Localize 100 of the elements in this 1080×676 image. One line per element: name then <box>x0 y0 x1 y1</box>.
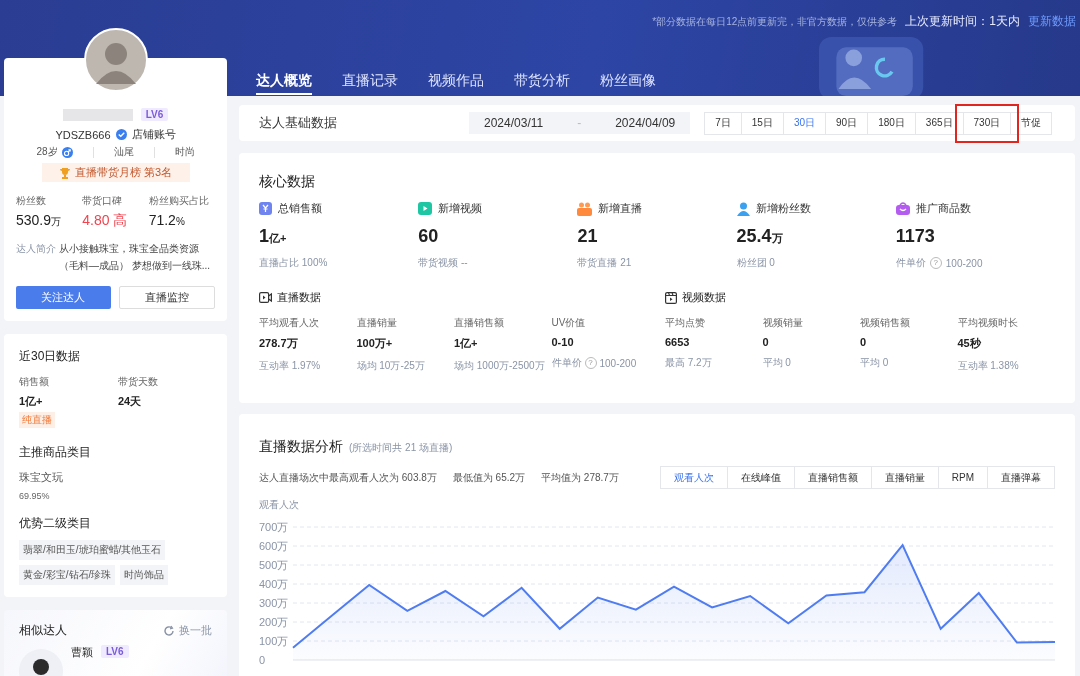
metric-label: 新增粉丝数 <box>755 201 811 216</box>
stat-label: 粉丝数 <box>16 194 47 208</box>
metric-tab[interactable]: 直播销售额 <box>793 466 872 489</box>
video-icon <box>418 202 433 215</box>
metric-detail: 直播占比 100% <box>259 256 328 270</box>
category-tag: 翡翠/和田玉/琥珀蜜蜡/其他玉石 <box>19 540 166 560</box>
section-title: 核心数据 <box>259 173 316 191</box>
metric-tab[interactable]: 直播弹幕 <box>987 466 1055 489</box>
stat-label: 带货口碑 <box>82 194 124 208</box>
data-value: 0 <box>860 336 868 348</box>
metric-tab[interactable]: RPM <box>937 466 988 489</box>
redacted-name <box>62 108 133 121</box>
period-button[interactable]: 90日 <box>825 111 869 135</box>
y-tick-label: 300万 <box>259 597 289 609</box>
data-detail: 平均 0 <box>762 356 791 370</box>
y-tick-label: 200万 <box>259 616 289 628</box>
section-title: 近30日数据 <box>19 348 81 365</box>
period-button[interactable]: 180日 <box>867 111 916 135</box>
group-title: 直播数据 <box>277 290 321 305</box>
metric-tab[interactable]: 直播销量 <box>870 466 939 489</box>
clapperboard-icon <box>665 291 677 304</box>
data-detail: 件单价 <box>551 356 582 370</box>
group-title: 视频数据 <box>682 290 726 305</box>
stat-value: 4.80 高 <box>82 212 129 230</box>
metric-tab[interactable]: 观看人次 <box>659 466 728 489</box>
metric-value: 21 <box>577 226 599 247</box>
update-time: 上次更新时间：1天内 <box>905 13 1020 30</box>
category: 时尚 <box>174 145 195 159</box>
nav-tab[interactable]: 视频作品 <box>428 72 484 95</box>
disclaimer-text: *部分数据在每日12点前更新完，非官方数据，仅供参考 <box>652 14 898 29</box>
data-detail-value: 100-200 <box>599 357 637 369</box>
summary-text: 平均值为 278.7万 <box>541 470 619 485</box>
y-axis-label: 观看人次 <box>259 498 300 512</box>
data-value: 0-10 <box>551 336 575 348</box>
metric-value: 1173 <box>895 226 936 247</box>
y-tick-label: 500万 <box>259 559 289 571</box>
intro-text: 从小接触珠宝，珠宝全品类资源（毛料—成品） 梦想做到一线珠... <box>59 242 212 273</box>
date-range-field[interactable]: 2024/03/11 - 2024/04/09 <box>469 112 691 134</box>
bag-icon <box>895 202 910 215</box>
metric-detail: 件单价 <box>895 256 926 270</box>
data-label: 平均点赞 <box>665 316 706 330</box>
data-value: 1亿+ <box>454 336 479 351</box>
metric-label: 推广商品数 <box>915 201 971 216</box>
stat-value: 1亿+ <box>19 394 44 409</box>
period-button[interactable]: 15日 <box>740 111 784 135</box>
period-button[interactable]: 7日 <box>704 111 742 135</box>
stat-label: 粉丝购买占比 <box>148 194 210 208</box>
metric-value: 60 <box>418 226 440 247</box>
period-button[interactable]: 节促 <box>1010 111 1053 135</box>
metric-detail: 带货视频 -- <box>418 256 468 270</box>
broadcast-icon <box>577 201 593 216</box>
camera-icon <box>259 292 272 303</box>
data-detail: 互动率 1.97% <box>259 359 321 373</box>
data-detail: 平均 0 <box>860 356 889 370</box>
period-button[interactable]: 365日 <box>914 111 964 135</box>
nav-tab[interactable]: 达人概览 <box>256 72 312 95</box>
y-tick-label: 700万 <box>259 521 289 533</box>
period-button[interactable]: 30日 <box>782 111 827 135</box>
data-value: 100万+ <box>356 336 394 351</box>
data-value: 45秒 <box>957 336 982 351</box>
monitor-button[interactable]: 直播监控 <box>118 286 215 309</box>
data-label: 直播销量 <box>356 316 398 330</box>
data-value: 6653 <box>665 336 691 348</box>
metric-tab[interactable]: 在线峰值 <box>726 466 795 489</box>
data-label: 视频销售额 <box>860 316 911 330</box>
trophy-icon <box>58 166 71 179</box>
stat-label: 销售额 <box>19 375 50 389</box>
section-title: 达人基础数据 <box>259 114 338 132</box>
male-icon <box>61 146 73 158</box>
nav-tab[interactable]: 粉丝画像 <box>600 72 656 95</box>
main-category: 珠宝文玩 <box>19 470 63 485</box>
user-icon <box>736 201 750 216</box>
summary-text: 最低值为 65.2万 <box>452 470 526 485</box>
data-value: 0 <box>762 336 770 348</box>
nav-tab[interactable]: 直播记录 <box>342 72 398 95</box>
account-id: YDSZB666 <box>55 128 111 141</box>
section-title: 主推商品类目 <box>19 444 91 461</box>
creator-name[interactable]: 曹颖 <box>71 645 93 660</box>
live-only-tag: 纯直播 <box>19 412 55 428</box>
section-title: 相似达人 <box>19 622 67 639</box>
y-tick-label: 400万 <box>259 578 289 590</box>
data-detail: 互动率 1.38% <box>957 359 1019 373</box>
summary-text: 达人直播场次中最高观看人次为 603.8万 <box>259 470 437 485</box>
y-tick-label: 100万 <box>259 635 289 647</box>
metric-value: 1亿+ <box>259 226 288 247</box>
metric-label: 新增直播 <box>598 201 643 216</box>
y-tick-label: 600万 <box>259 540 289 552</box>
metric-detail-value: 100-200 <box>945 257 983 269</box>
follow-button[interactable]: 关注达人 <box>16 286 111 309</box>
metric-detail: 粉丝团 0 <box>736 256 775 270</box>
data-label: 平均观看人次 <box>259 316 320 330</box>
y-tick-label: 0 <box>259 654 266 666</box>
stat-value: 71.2% <box>148 212 186 228</box>
nav-tab[interactable]: 带货分析 <box>514 72 570 95</box>
refresh-icon <box>163 624 175 637</box>
section-title: 直播数据分析 <box>259 438 343 456</box>
metric-detail: 带货直播 21 <box>577 256 632 270</box>
data-detail: 最高 7.2万 <box>665 356 712 370</box>
update-link[interactable]: 更新数据 <box>1028 13 1076 30</box>
category-tag: 黄金/彩宝/钻石/珍珠 <box>19 565 116 585</box>
